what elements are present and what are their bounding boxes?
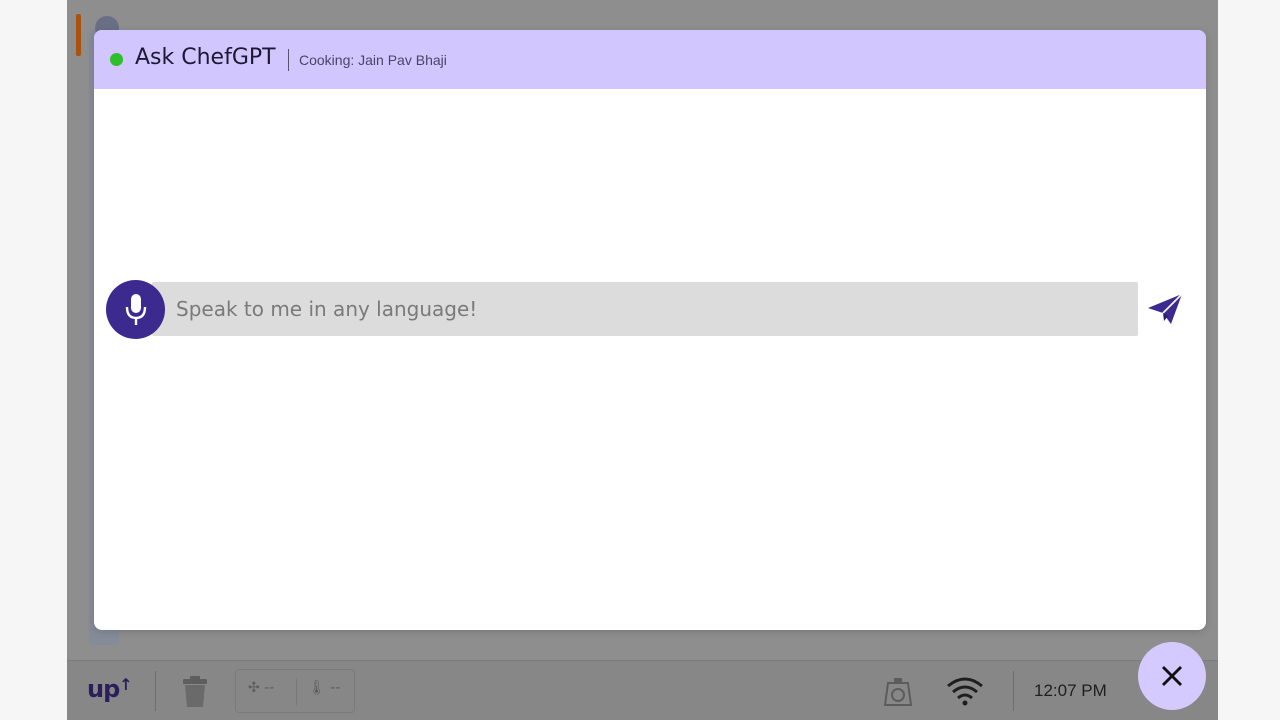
fan-icon: ✣ <box>248 680 260 696</box>
microphone-button[interactable] <box>106 280 165 339</box>
sensor-divider <box>296 678 297 706</box>
scale-icon[interactable] <box>883 675 913 707</box>
device-accent-bar <box>76 14 81 56</box>
brand-logo: up↑ <box>87 675 133 703</box>
page-background-left <box>0 0 67 720</box>
thermometer-icon: 🌡︎ <box>308 680 326 696</box>
close-button[interactable] <box>1138 642 1206 710</box>
trash-icon[interactable] <box>177 673 213 709</box>
online-status-dot <box>110 53 123 66</box>
modal-title: Ask ChefGPT <box>135 45 276 70</box>
status-divider <box>155 671 156 711</box>
status-divider <box>1013 671 1014 711</box>
chat-input[interactable] <box>152 282 1138 336</box>
page-background-right <box>1218 0 1280 720</box>
microphone-icon <box>125 293 146 325</box>
paper-plane-icon <box>1148 293 1183 324</box>
fan-reading: ✣ -- <box>248 680 275 696</box>
clock: 12:07 PM <box>1034 681 1107 700</box>
arrow-up-icon: ↑ <box>119 675 132 694</box>
modal-header: Ask ChefGPT Cooking: Jain Pav Bhaji <box>94 30 1206 89</box>
chefgpt-modal: Ask ChefGPT Cooking: Jain Pav Bhaji <box>94 30 1206 630</box>
close-icon <box>1162 666 1182 686</box>
status-bar: up↑ ✣ -- 🌡︎ -- 12:07 PM <box>67 660 1218 720</box>
header-divider <box>288 49 289 71</box>
cooking-status: Cooking: Jain Pav Bhaji <box>299 52 447 68</box>
temperature-reading: 🌡︎ -- <box>308 680 341 696</box>
wifi-icon[interactable] <box>945 675 985 707</box>
send-button[interactable] <box>1146 292 1184 326</box>
sensor-group: ✣ -- 🌡︎ -- <box>235 669 355 713</box>
